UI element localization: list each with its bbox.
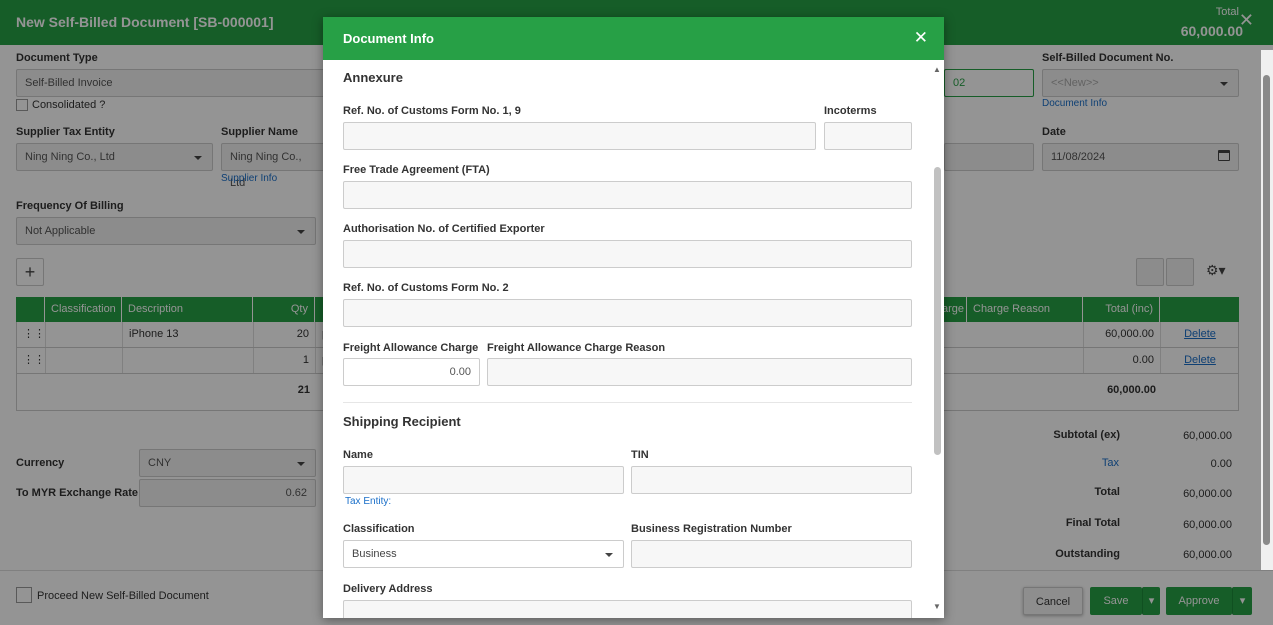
page-scrollbar-thumb[interactable]: [1263, 75, 1270, 545]
brn-label: Business Registration Number: [631, 523, 792, 535]
modal-title: Document Info: [343, 31, 434, 46]
customs-form-19-label: Ref. No. of Customs Form No. 1, 9: [343, 105, 521, 117]
classification-select[interactable]: Business: [343, 540, 624, 568]
tin-input[interactable]: [631, 466, 912, 494]
delivery-address-input[interactable]: [343, 600, 912, 618]
document-info-modal: Document Info ✕ Annexure Ref. No. of Cus…: [323, 17, 944, 618]
tax-entity-link[interactable]: Tax Entity:: [345, 496, 391, 507]
section-divider: [343, 402, 912, 403]
scroll-up-icon[interactable]: ▲: [933, 65, 941, 74]
freight-charge-input[interactable]: 0.00: [343, 358, 480, 386]
name-label: Name: [343, 449, 373, 461]
shipping-heading: Shipping Recipient: [343, 414, 461, 429]
incoterms-input[interactable]: [824, 122, 912, 150]
customs-form-19-input[interactable]: [343, 122, 816, 150]
name-input[interactable]: [343, 466, 624, 494]
tin-label: TIN: [631, 449, 649, 461]
authorisation-label: Authorisation No. of Certified Exporter: [343, 223, 545, 235]
fta-label: Free Trade Agreement (FTA): [343, 164, 490, 176]
classification-label: Classification: [343, 523, 415, 535]
freight-reason-label: Freight Allowance Charge Reason: [487, 342, 666, 354]
annexure-heading: Annexure: [343, 70, 403, 85]
freight-charge-label: Freight Allowance Charge: [343, 342, 479, 354]
brn-input[interactable]: [631, 540, 912, 568]
delivery-address-label: Delivery Address: [343, 583, 433, 595]
freight-reason-input[interactable]: [487, 358, 912, 386]
close-icon[interactable]: ✕: [914, 28, 928, 48]
fta-input[interactable]: [343, 181, 912, 209]
authorisation-input[interactable]: [343, 240, 912, 268]
customs-form-2-input[interactable]: [343, 299, 912, 327]
incoterms-label: Incoterms: [824, 105, 877, 117]
customs-form-2-label: Ref. No. of Customs Form No. 2: [343, 282, 509, 294]
scroll-down-icon[interactable]: ▼: [933, 602, 941, 611]
modal-scrollbar-thumb[interactable]: [934, 167, 941, 455]
